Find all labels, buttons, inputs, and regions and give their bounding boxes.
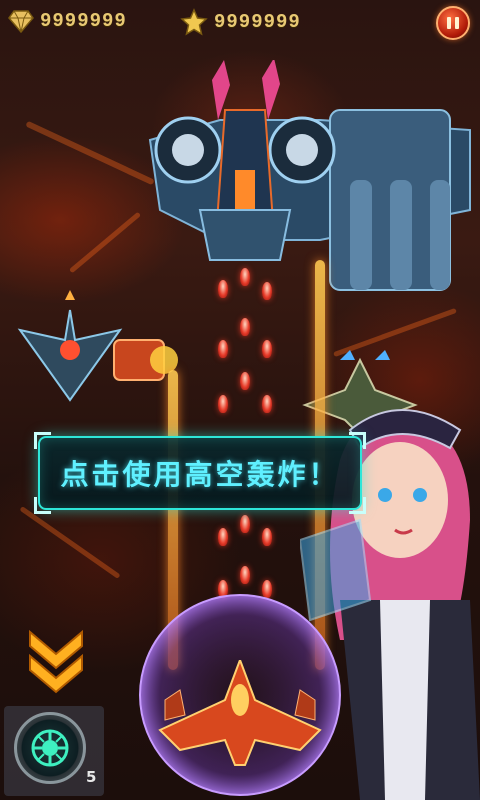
banner-corner [349, 432, 366, 449]
player-bullet [218, 395, 228, 413]
player-bullet [240, 515, 250, 533]
lava-crack [68, 211, 142, 274]
lava-crack [25, 120, 155, 186]
player-bullet [240, 268, 250, 286]
bomb-count: 5 [86, 768, 97, 786]
game-stage[interactable]: 9999999 9999999 点击使用高空轰炸！ 5 [0, 0, 480, 800]
player-bullet [262, 395, 272, 413]
star-count: 9999999 [214, 11, 301, 33]
bomb-special-icon [31, 729, 69, 767]
player-bullet [240, 318, 250, 336]
top-hud: 9999999 9999999 [0, 0, 480, 44]
player-bullet [218, 528, 228, 546]
diamond-gem-icon [8, 10, 34, 34]
banner-corner [349, 497, 366, 514]
lava-crack [19, 506, 121, 579]
pause-button[interactable] [436, 6, 470, 40]
tutorial-hint-banner[interactable]: 点击使用高空轰炸！ [34, 432, 366, 514]
player-bullet [218, 280, 228, 298]
player-bullet [218, 340, 228, 358]
gold-star-icon [180, 8, 208, 36]
player-bullet [262, 528, 272, 546]
player-bullet [262, 340, 272, 358]
star-counter: 9999999 [180, 8, 301, 36]
air-strike-bomb-button[interactable] [14, 712, 86, 784]
hint-arrow-down-icon [29, 629, 83, 694]
gem-count: 9999999 [40, 10, 127, 32]
player-bullet [240, 566, 250, 584]
pause-icon [447, 17, 451, 29]
tutorial-message: 点击使用高空轰炸！ [60, 458, 340, 491]
banner-corner [34, 432, 51, 449]
player-bullet [262, 282, 272, 300]
banner-corner [34, 497, 51, 514]
player-bullet [240, 372, 250, 390]
boss-mothership [148, 60, 471, 291]
gem-counter: 9999999 [8, 8, 127, 34]
